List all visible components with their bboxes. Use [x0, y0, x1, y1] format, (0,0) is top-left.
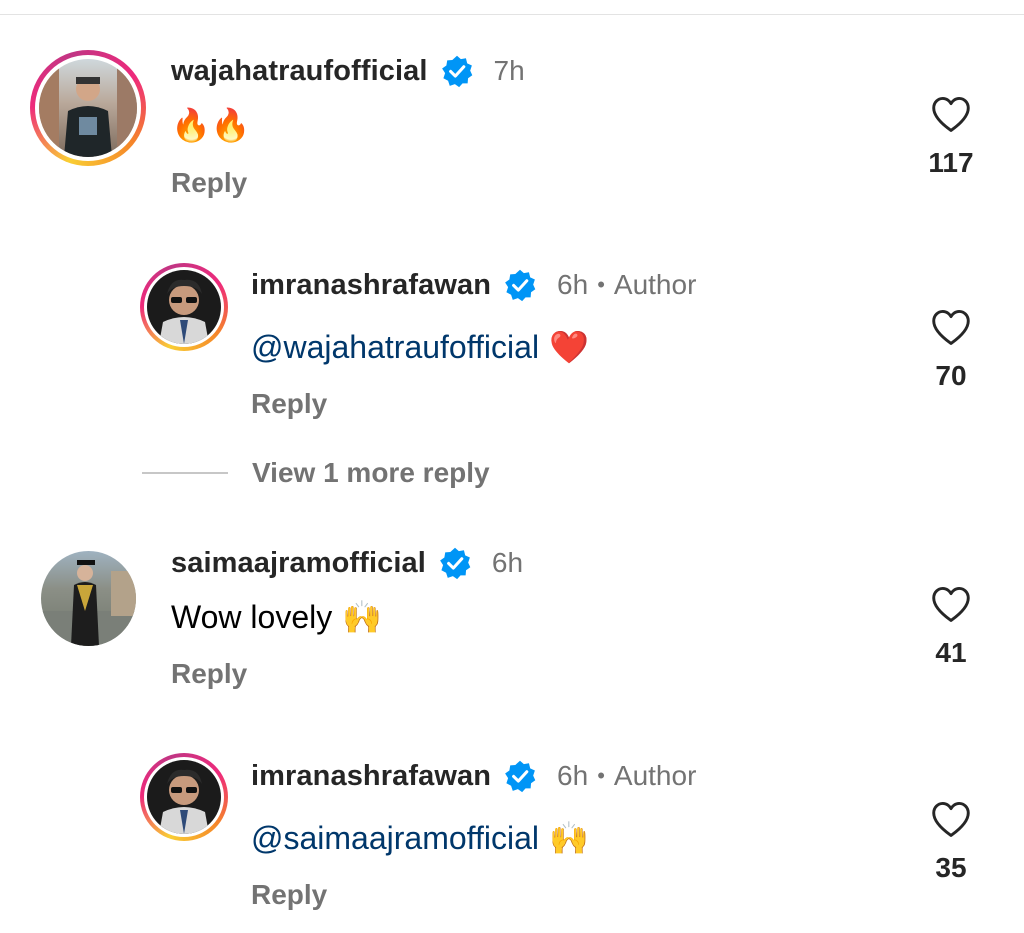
heart-icon: [932, 309, 970, 345]
avatar[interactable]: [30, 50, 146, 166]
avatar-image: [147, 760, 221, 834]
comment-time: 6h: [557, 760, 589, 791]
like-button[interactable]: 41: [921, 585, 981, 669]
reply-button[interactable]: Reply: [171, 658, 247, 690]
comment-username[interactable]: imranashrafawan: [251, 269, 491, 302]
verified-badge-icon: [441, 55, 472, 88]
comment-time: 6h: [491, 547, 524, 578]
avatar-image: [41, 560, 136, 646]
raising-hands-emoji: 🙌: [548, 819, 589, 857]
verified-badge-icon: [440, 547, 471, 580]
like-button[interactable]: 35: [921, 800, 981, 884]
like-count: 117: [928, 147, 974, 178]
heart-icon: [932, 96, 970, 132]
avatar-image: [147, 270, 221, 344]
author-label: Author: [613, 269, 697, 300]
comment-text: Wow lovely: [171, 598, 333, 635]
heart-emoji: ❤️: [549, 328, 589, 366]
comment-username[interactable]: wajahatraufofficial: [171, 55, 428, 88]
separator-dot: •: [597, 763, 605, 788]
like-count: 35: [935, 852, 967, 883]
comment-username[interactable]: saimaajramofficial: [171, 547, 426, 580]
view-more-text[interactable]: View 1 more reply: [252, 457, 490, 489]
comment-username[interactable]: imranashrafawan: [251, 760, 491, 793]
view-more-line: [142, 472, 228, 474]
mention-link[interactable]: @saimaajramofficial: [251, 820, 539, 857]
reply-button[interactable]: Reply: [251, 879, 327, 911]
heart-icon: [932, 586, 970, 622]
avatar[interactable]: [140, 263, 228, 351]
reply-button[interactable]: Reply: [171, 167, 247, 199]
like-count: 70: [935, 360, 967, 391]
view-more-replies[interactable]: View 1 more reply: [142, 457, 490, 489]
comment-time: 6h: [557, 269, 589, 300]
separator-dot: •: [597, 272, 605, 297]
top-divider: [0, 14, 1024, 15]
avatar[interactable]: [41, 551, 136, 646]
like-button[interactable]: 117: [921, 95, 981, 179]
verified-badge-icon: [505, 269, 536, 302]
raising-hands-emoji: 🙌: [342, 598, 383, 636]
avatar-image: [39, 59, 137, 157]
comment-text: 🔥🔥: [171, 106, 251, 144]
heart-icon: [932, 801, 970, 837]
mention-link[interactable]: @wajahatraufofficial: [251, 329, 539, 366]
reply-button[interactable]: Reply: [251, 388, 327, 420]
like-button[interactable]: 70: [921, 308, 981, 392]
comment-time: 7h: [493, 55, 525, 86]
avatar[interactable]: [140, 753, 228, 841]
like-count: 41: [935, 637, 967, 668]
author-label: Author: [613, 760, 697, 791]
verified-badge-icon: [505, 760, 536, 793]
